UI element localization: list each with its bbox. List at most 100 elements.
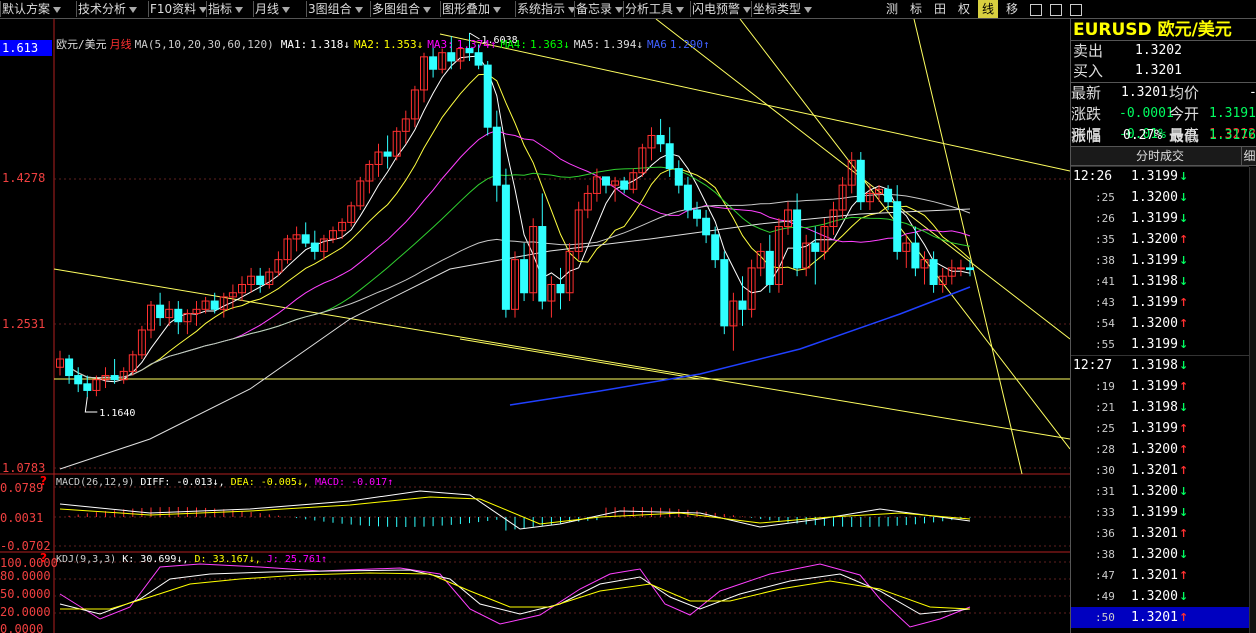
chart-canvas[interactable]: 1.60381.1640 xyxy=(0,19,1070,633)
tick-time: :25 xyxy=(1095,422,1115,435)
tick-row[interactable]: :35 1.3200 ↑ xyxy=(1071,229,1249,250)
arrow-up-icon: ↑ xyxy=(1179,569,1189,582)
tick-time: :47 xyxy=(1095,569,1115,582)
kline-chart[interactable]: 1.6038 1.1640 1.613 欧元/美元 月线 MA(5,10,20,30,… xyxy=(0,19,1070,633)
candle-down xyxy=(738,300,747,310)
toolbar-menu-9[interactable]: 备忘录 xyxy=(576,0,624,18)
candle-down xyxy=(83,383,92,391)
arrow-up-icon: ↑ xyxy=(1179,380,1189,393)
ma-value-2: MA2: 1.353↓ xyxy=(354,38,423,51)
tick-time: :33 xyxy=(1095,506,1115,519)
kdj-axis-100: 100.0000 xyxy=(0,556,58,570)
y-axis-label-high: 1.4278 xyxy=(2,171,46,185)
tick-row[interactable]: :26 1.3199 ↓ xyxy=(1071,208,1249,229)
tick-row[interactable]: :25 1.3199 ↑ xyxy=(1071,418,1249,439)
quote-title: EURUSD 欧元/美元 xyxy=(1071,19,1256,41)
tool-button-1[interactable]: 标 xyxy=(906,0,926,18)
candle-down xyxy=(966,267,974,271)
toolbar-menu-11[interactable]: 闪电预警 xyxy=(692,0,752,18)
toolbar-menu-4[interactable]: 月线 xyxy=(255,0,291,18)
candle-down xyxy=(492,126,501,186)
dropdown-arrow-icon xyxy=(804,6,813,13)
tick-row[interactable]: :38 1.3200 ↓ xyxy=(1071,544,1249,565)
tick-row[interactable]: :54 1.3200 ↑ xyxy=(1071,313,1249,334)
toolbar-menu-label: 月线 xyxy=(255,2,280,16)
tool-button-2[interactable]: 田 xyxy=(930,0,950,18)
tick-row[interactable]: :31 1.3200 ↓ xyxy=(1071,481,1249,502)
tool-button-5[interactable]: 移 xyxy=(1002,0,1022,18)
ma-name: MA1: xyxy=(280,38,308,51)
tool-button-3[interactable]: 权 xyxy=(954,0,974,18)
tick-row[interactable]: 12:26 1.3199 ↓ xyxy=(1071,166,1249,187)
toolbar-separator xyxy=(751,1,752,17)
toolbar-menu-label: 坐标类型 xyxy=(753,2,802,16)
dropdown-arrow-icon xyxy=(493,6,502,13)
ma-dir: ↓ xyxy=(416,38,424,51)
ticks-header: 振幅 0.27% 最低 1.3176 分时成交 细 xyxy=(1071,127,1256,166)
tick-price: 1.3198 xyxy=(1131,358,1178,373)
ma5-line xyxy=(68,193,971,379)
arrow-up-icon: ↑ xyxy=(1179,422,1189,435)
tick-row[interactable]: :25 1.3200 ↓ xyxy=(1071,187,1249,208)
arrow-down-icon: ↓ xyxy=(1179,212,1189,225)
ma-value: 1.374 xyxy=(456,38,490,51)
tick-time: :50 xyxy=(1095,611,1115,624)
toolbar-menu-7[interactable]: 图形叠加 xyxy=(442,0,502,18)
toolbar-menu-3[interactable]: 指标 xyxy=(208,0,244,18)
toolbar-menu-2[interactable]: F10资料 xyxy=(150,0,208,18)
tick-row[interactable]: :33 1.3199 ↓ xyxy=(1071,502,1249,523)
tick-time: :43 xyxy=(1095,296,1115,309)
tick-price: 1.3200 xyxy=(1131,316,1178,331)
toolbar-menu-0[interactable]: 默认方案 xyxy=(2,0,62,18)
toolbar-menu-6[interactable]: 多图组合 xyxy=(372,0,432,18)
tool-button-0[interactable]: 测 xyxy=(882,0,902,18)
toolbar-separator xyxy=(623,1,624,17)
ma1-line xyxy=(68,55,971,383)
macd-axis-top: 0.0789 xyxy=(0,481,44,495)
toolbar-menu-12[interactable]: 坐标类型 xyxy=(753,0,813,18)
tick-row[interactable]: 12:27 1.3198 ↓ xyxy=(1071,355,1249,376)
tick-row[interactable]: :55 1.3199 ↓ xyxy=(1071,334,1249,355)
toolbar-separator xyxy=(76,1,77,17)
dropdown-arrow-icon xyxy=(423,6,432,13)
tick-row[interactable]: :49 1.3200 ↓ xyxy=(1071,586,1249,607)
ticks-detail-button[interactable]: 细 xyxy=(1241,147,1256,166)
tick-row[interactable]: :43 1.3199 ↑ xyxy=(1071,292,1249,313)
tool-button-4[interactable]: 线 xyxy=(978,0,998,18)
tick-row[interactable]: :47 1.3201 ↑ xyxy=(1071,565,1249,586)
candle-down xyxy=(656,134,665,145)
toolbar-menu-8[interactable]: 系统指示 xyxy=(517,0,577,18)
ticks-scrollbar[interactable] xyxy=(1249,167,1256,633)
tool-box-icon-b[interactable] xyxy=(1046,0,1066,18)
tick-row[interactable]: :30 1.3201 ↑ xyxy=(1071,460,1249,481)
macd-value: MACD: -0.017↑ xyxy=(314,477,394,488)
tick-row[interactable]: :28 1.3200 ↑ xyxy=(1071,439,1249,460)
arrow-down-icon: ↓ xyxy=(1179,506,1189,519)
tick-row[interactable]: :21 1.3198 ↓ xyxy=(1071,397,1249,418)
candle-down xyxy=(911,242,920,269)
tick-row[interactable]: :41 1.3198 ↓ xyxy=(1071,271,1249,292)
kdj-axis-0: 0.0000 xyxy=(0,622,44,633)
candle-down xyxy=(556,283,565,294)
tick-row[interactable]: :36 1.3201 ↑ xyxy=(1071,523,1249,544)
toolbar-menu-1[interactable]: 技术分析 xyxy=(78,0,138,18)
candle-down xyxy=(674,168,683,186)
dropdown-arrow-icon xyxy=(235,6,244,13)
arrow-down-icon: ↓ xyxy=(1179,191,1189,204)
tick-row[interactable]: :19 1.3199 ↑ xyxy=(1071,376,1249,397)
toolbar-menu-10[interactable]: 分析工具 xyxy=(625,0,685,18)
toolbar-menu-5[interactable]: 3图组合 xyxy=(308,0,363,18)
tool-box-icon-c[interactable] xyxy=(1066,0,1086,18)
toolbar-menu-label: 指标 xyxy=(208,2,233,16)
toolbar-separator xyxy=(574,1,575,17)
tool-box-icon-a[interactable] xyxy=(1026,0,1046,18)
candle-down xyxy=(538,226,547,302)
candle-down xyxy=(811,242,820,252)
tick-row[interactable]: :50 1.3201 ↑ xyxy=(1071,607,1249,628)
ma-value: 1.318 xyxy=(310,38,344,51)
ma-dir: ↑ xyxy=(489,38,497,51)
toolbar-separator xyxy=(370,1,371,17)
tick-row[interactable]: :38 1.3199 ↓ xyxy=(1071,250,1249,271)
toolbar-menu-label: 技术分析 xyxy=(78,2,127,16)
inner-trend-line xyxy=(459,338,701,380)
